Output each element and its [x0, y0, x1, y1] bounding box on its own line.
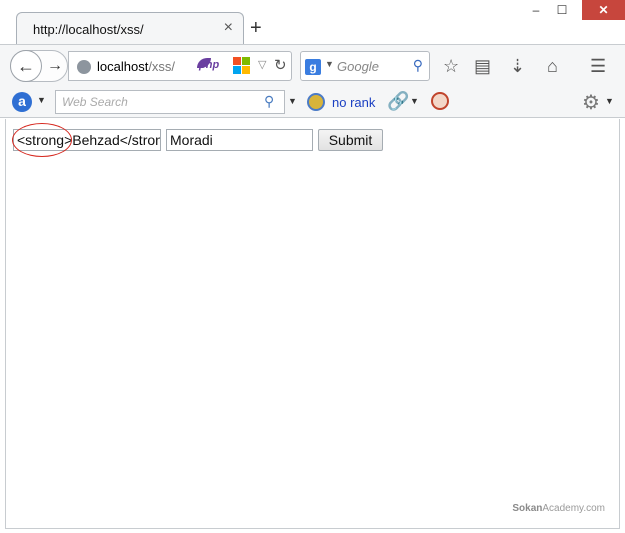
timer-icon[interactable] [431, 92, 449, 110]
maximize-button[interactable]: ☐ [553, 0, 571, 20]
browser-tab[interactable]: http://localhost/xss/ × [16, 12, 244, 45]
url-history-dropdown-icon[interactable]: ▽ [258, 58, 266, 71]
url-text[interactable]: localhost/xss/ [97, 59, 175, 74]
tab-close-icon[interactable]: × [224, 19, 233, 37]
back-arrow-icon: ← [17, 56, 35, 76]
search-magnifier-icon[interactable]: ⚲ [413, 57, 423, 74]
web-search-field[interactable]: Web Search ⚲ [55, 90, 285, 114]
ask-logo-icon[interactable]: a [12, 92, 32, 112]
ask-dropdown-caret-icon[interactable]: ▼ [37, 95, 46, 105]
windows-flag-icon[interactable] [233, 57, 251, 75]
rank-globe-icon[interactable] [307, 93, 325, 111]
watermark-suffix: Academy.com [542, 503, 605, 514]
navigation-toolbar: ← → localhost/xss/ php ▽ ↻ g ▼ Google ⚲ … [0, 44, 625, 88]
back-forward-group: ← → [10, 50, 68, 82]
rank-link[interactable]: no rank [332, 95, 375, 110]
last-name-input[interactable]: Moradi [166, 129, 313, 151]
web-search-caret-icon[interactable]: ▼ [288, 96, 297, 106]
close-window-button[interactable]: ✕ [582, 0, 625, 20]
search-input[interactable]: Google [337, 59, 379, 74]
link-chain-caret-icon[interactable]: ▼ [410, 96, 419, 106]
search-bar[interactable]: g ▼ Google ⚲ [300, 51, 430, 81]
google-engine-icon[interactable]: g [305, 59, 321, 75]
download-icon[interactable]: ⇣ [510, 56, 525, 76]
minimize-button[interactable]: – [527, 0, 545, 20]
url-host: localhost [97, 59, 149, 74]
url-path: /xss/ [148, 59, 176, 74]
link-chain-icon[interactable]: 🔗 [387, 91, 409, 112]
search-engine-caret-icon[interactable]: ▼ [325, 59, 334, 69]
settings-gear-icon[interactable]: ⚙ [582, 90, 600, 115]
tab-strip: http://localhost/xss/ × + – ☐ ✕ [0, 0, 625, 45]
site-identity-globe-icon[interactable] [77, 60, 91, 74]
php-badge-icon[interactable]: php [199, 59, 219, 71]
back-button[interactable]: ← [10, 50, 42, 82]
web-search-placeholder: Web Search [62, 95, 128, 109]
bookmark-star-icon[interactable]: ☆ [443, 56, 459, 76]
page-content: <strong>Behzad</strong> Moradi Submit So… [5, 119, 620, 529]
submit-button[interactable]: Submit [318, 129, 383, 151]
tab-title: http://localhost/xss/ [33, 22, 144, 37]
watermark: SokanAcademy.com [512, 503, 605, 514]
reading-list-icon[interactable]: ▤ [474, 56, 491, 76]
highlight-ellipse [12, 123, 72, 157]
settings-caret-icon[interactable]: ▼ [605, 96, 614, 106]
new-tab-icon[interactable]: + [250, 18, 262, 38]
url-bar[interactable]: localhost/xss/ php ▽ ↻ [68, 51, 292, 81]
home-icon[interactable]: ⌂ [547, 56, 558, 76]
menu-icon[interactable]: ☰ [590, 56, 606, 76]
browser-window: http://localhost/xss/ × + – ☐ ✕ ← → loca… [0, 0, 625, 533]
reload-icon[interactable]: ↻ [274, 56, 287, 74]
addon-toolbar: a ▼ Web Search ⚲ ▼ no rank 🔗 ▼ ⚙ ▼ [0, 88, 625, 118]
web-search-magnifier-icon[interactable]: ⚲ [264, 93, 274, 110]
watermark-brand: Sokan [512, 503, 543, 514]
forward-arrow-icon[interactable]: → [47, 57, 63, 75]
